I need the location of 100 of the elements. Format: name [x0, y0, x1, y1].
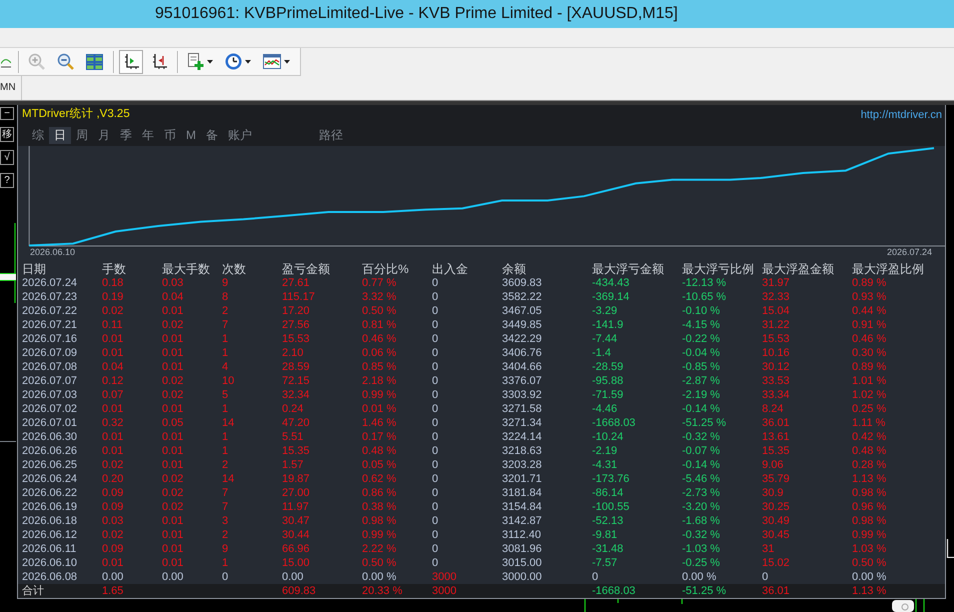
tab[interactable]: 路径 — [314, 127, 348, 144]
table-cell: -51.25 % — [682, 416, 726, 430]
table-cell: -52.13 — [592, 514, 624, 528]
table-cell: 0.46 % — [852, 332, 886, 346]
table-cell: 0.48 % — [852, 444, 886, 458]
tab[interactable]: 月 — [93, 127, 115, 144]
table-cell: 0.01 — [102, 402, 124, 416]
table-cell: 17.20 — [282, 304, 310, 318]
period-button[interactable]: MN — [0, 76, 16, 100]
table-cell: 0.03 — [102, 514, 124, 528]
side-button[interactable]: 移 — [0, 127, 14, 142]
window-title: 951016961: KVBPrimeLimited-Live - KVB Prime Limited - [XAUUSD,M15] — [0, 0, 954, 28]
table-cell: 19.87 — [282, 472, 310, 486]
table-cell: -0.32 % — [682, 528, 720, 542]
table-cell: 0.93 % — [852, 290, 886, 304]
table-cell: 72.15 — [282, 374, 310, 388]
column-header: 次数 — [222, 262, 246, 276]
table-cell: 15.35 — [282, 444, 310, 458]
table-cell: 3271.34 — [502, 416, 542, 430]
tab[interactable]: M — [181, 127, 201, 144]
table-cell: 30.12 — [762, 360, 790, 374]
table-cell: 1 — [222, 402, 228, 416]
table-cell: 0.05 — [162, 416, 184, 430]
tab[interactable]: 备 — [201, 127, 223, 144]
tab[interactable]: 综 — [27, 127, 49, 144]
tab[interactable]: 账户 — [223, 127, 257, 144]
table-cell: -1.68 % — [682, 514, 720, 528]
table-cell: 0 — [432, 304, 438, 318]
tab[interactable]: 周 — [71, 127, 93, 144]
table-cell: 0 — [432, 388, 438, 402]
column-header: 日期 — [22, 262, 46, 276]
table-cell: 33.53 — [762, 374, 790, 388]
table-cell: 0.02 — [102, 528, 124, 542]
table-cell: 0.06 % — [362, 346, 396, 360]
table-cell: 20.33 % — [362, 584, 402, 598]
tab[interactable]: 日 — [49, 127, 71, 144]
table-cell: 0.01 — [162, 458, 184, 472]
table-cell: 3112.40 — [502, 528, 541, 542]
table-cell: 3406.76 — [502, 346, 542, 360]
table-cell: 1.11 % — [852, 416, 886, 430]
tab[interactable]: 季 — [115, 127, 137, 144]
tab[interactable]: 币 — [159, 127, 181, 144]
table-cell: 7 — [222, 486, 228, 500]
table-cell: -31.48 — [592, 542, 624, 556]
table-cell: 0.25 % — [852, 402, 886, 416]
table-cell: 3181.84 — [502, 486, 542, 500]
table-cell: -4.15 % — [682, 318, 720, 332]
table-cell: -0.10 % — [682, 304, 720, 318]
table-cell: 115.17 — [282, 290, 315, 304]
table-cell: 2026.06.11 — [22, 542, 76, 556]
column-header: 盈亏金额 — [282, 262, 330, 276]
table-cell: 9 — [222, 276, 228, 290]
table-cell: 2026.07.01 — [22, 416, 78, 430]
chart-axes-arrow-icon — [152, 54, 166, 70]
table-cell: 0.01 — [162, 444, 184, 458]
table-cell: 0.09 — [102, 500, 124, 514]
table-cell: 3582.22 — [502, 290, 542, 304]
toolbar-button[interactable] — [119, 50, 143, 74]
side-button[interactable]: ? — [0, 173, 14, 188]
table-cell: -0.14 % — [682, 458, 720, 472]
table-cell: 0.46 % — [362, 332, 396, 346]
table-cell: 0 — [432, 332, 438, 346]
panel-title: MTDriver统计 ,V3.25 — [22, 106, 130, 122]
tab[interactable]: 年 — [137, 127, 159, 144]
table-cell: 33.34 — [762, 388, 790, 402]
table-cell: 0.02 — [162, 318, 184, 332]
table-cell: 0.42 % — [852, 430, 886, 444]
column-header: 最大浮亏比例 — [682, 262, 754, 276]
table-cell: 0.20 — [102, 472, 124, 486]
table-cell: 2026.06.18 — [22, 514, 78, 528]
table-cell: 0.28 % — [852, 458, 886, 472]
website-link[interactable]: http://mtdriver.cn — [860, 106, 942, 124]
table-cell: 0.86 % — [362, 486, 396, 500]
table-cell: 0.98 % — [852, 514, 886, 528]
side-button[interactable]: − — [0, 107, 14, 120]
column-header: 最大浮盈金额 — [762, 262, 834, 276]
table-cell: 609.83 — [282, 584, 316, 598]
table-cell: 2026.06.30 — [22, 430, 78, 444]
table-cell: 7 — [222, 500, 228, 514]
axis-label: 2026.07.24 — [886, 247, 932, 257]
table-cell: 0 — [432, 374, 438, 388]
side-button[interactable]: √ — [0, 150, 14, 165]
table-cell: 0.07 — [102, 388, 124, 402]
table-cell: 0.02 — [162, 388, 184, 402]
table-cell: 1.46 % — [362, 416, 396, 430]
table-cell: 13.61 — [762, 430, 790, 444]
table-cell: 0.99 % — [362, 388, 396, 402]
table-cell: -71.59 — [592, 388, 624, 402]
table-cell: 0.98 % — [852, 486, 886, 500]
table-cell: 3271.58 — [502, 402, 542, 416]
table-cell: 0.00 — [102, 570, 124, 584]
axis-label: 2026.06.10 — [30, 247, 76, 257]
table-cell: -7.57 — [592, 556, 618, 570]
table-cell: 3000 — [432, 570, 456, 584]
table-cell: 2 — [222, 304, 228, 318]
table-cell: 2026.07.24 — [22, 276, 78, 290]
table-cell: 0.01 — [162, 556, 184, 570]
table-cell: 3.32 % — [362, 290, 396, 304]
table-cell: 28.59 — [282, 360, 310, 374]
table-cell: 66.96 — [282, 542, 310, 556]
